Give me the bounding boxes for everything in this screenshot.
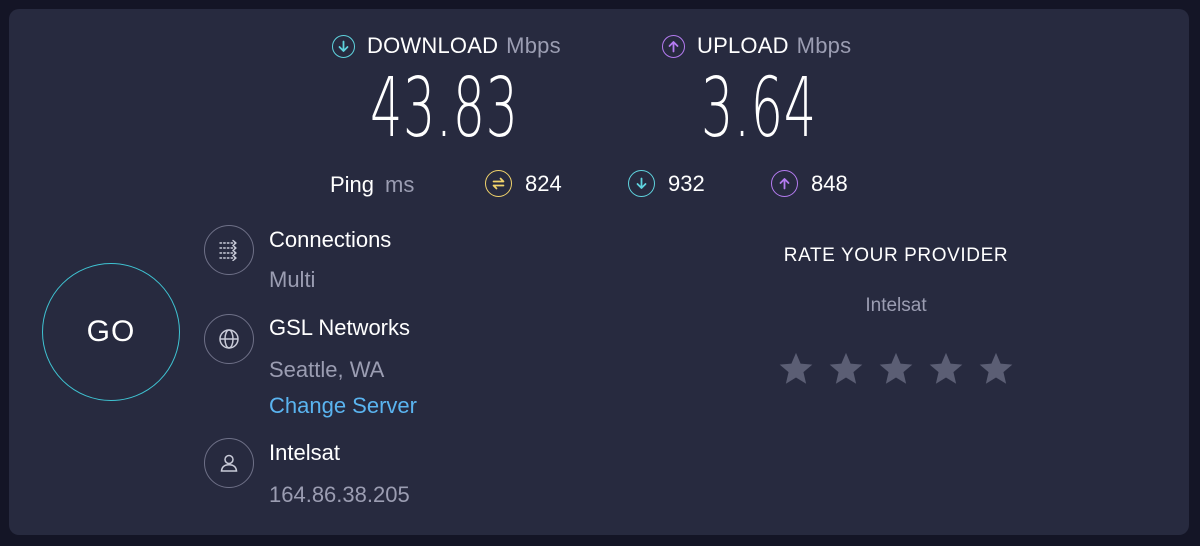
ping-label: Ping xyxy=(330,172,375,197)
arrow-down-circle-icon xyxy=(332,34,355,58)
star-icon-2[interactable] xyxy=(827,350,865,388)
star-rating xyxy=(777,350,1015,388)
connections-mode[interactable]: Multi xyxy=(269,267,315,293)
ping-upload-value: 848 xyxy=(811,170,848,196)
go-button[interactable]: GO xyxy=(42,263,180,401)
star-icon-4[interactable] xyxy=(927,350,965,388)
upload-speed-value: 3.64 xyxy=(701,61,817,156)
download-label: DOWNLOAD xyxy=(367,33,499,58)
ping-label-group: Ping ms xyxy=(330,172,414,198)
globe-icon xyxy=(204,314,254,364)
ping-idle-icon xyxy=(485,170,512,197)
rate-provider-name: Intelsat xyxy=(865,295,927,316)
ping-unit: ms xyxy=(385,172,415,197)
download-unit: Mbps xyxy=(506,33,561,58)
connections-arrows-icon xyxy=(204,225,254,275)
user-icon xyxy=(204,438,254,488)
ping-upload: 848 xyxy=(771,170,848,197)
arrow-up-circle-icon xyxy=(771,170,798,197)
download-speed-value: 43.83 xyxy=(370,61,519,156)
result-panel xyxy=(9,9,1189,535)
arrow-up-circle-icon xyxy=(662,34,685,58)
change-server-link[interactable]: Change Server xyxy=(269,393,417,419)
ping-download-value: 932 xyxy=(668,170,705,196)
ping-idle-value: 824 xyxy=(525,170,562,196)
server-location: Seattle, WA xyxy=(269,357,385,382)
provider-name: Intelsat xyxy=(269,440,340,465)
upload-unit: Mbps xyxy=(796,33,852,58)
ping-idle: 824 xyxy=(485,170,562,197)
star-icon-3[interactable] xyxy=(877,350,915,388)
download-header: DOWNLOAD Mbps xyxy=(332,33,561,59)
star-icon-5[interactable] xyxy=(977,350,1015,388)
ping-download: 932 xyxy=(628,170,705,197)
star-icon-1[interactable] xyxy=(777,350,815,388)
arrow-down-circle-icon xyxy=(628,170,655,197)
provider-ip: 164.86.38.205 xyxy=(269,482,410,507)
upload-header: UPLOAD Mbps xyxy=(662,33,851,59)
connections-title: Connections xyxy=(269,227,392,252)
rate-provider-title: RATE YOUR PROVIDER xyxy=(783,245,1009,266)
server-name: GSL Networks xyxy=(269,315,411,340)
upload-label: UPLOAD xyxy=(697,33,789,58)
